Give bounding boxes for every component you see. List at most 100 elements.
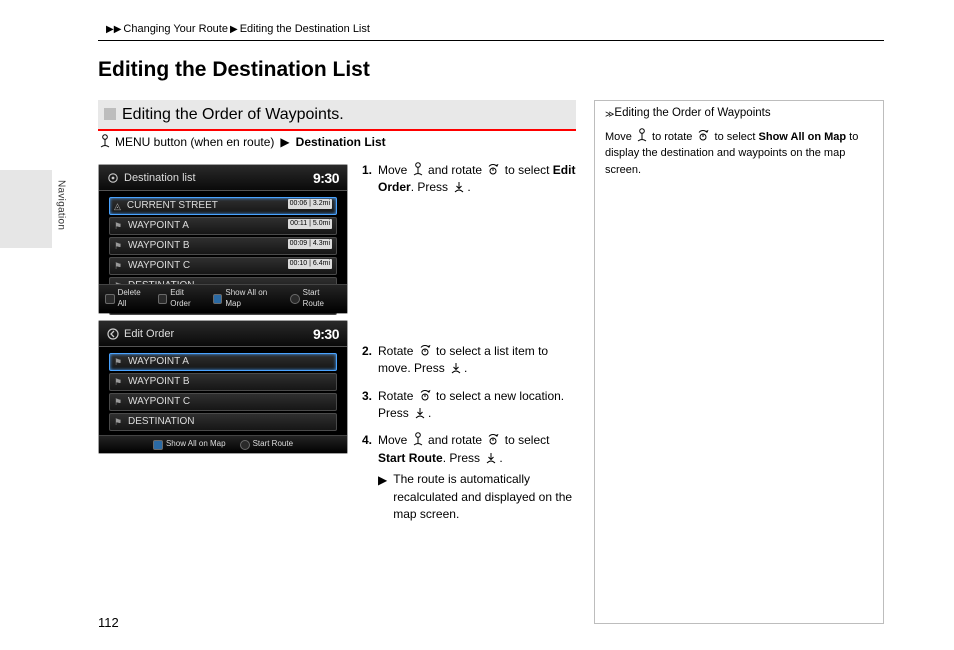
step-number: 1. (362, 162, 372, 197)
screenshot-footer-button: Delete All (105, 288, 150, 310)
list-item-label: WAYPOINT B (128, 375, 190, 389)
flag-icon: ⚑ (114, 418, 122, 426)
list-item-chip: 00:09 | 4.3mi (288, 239, 332, 249)
breadcrumb-level-1: Changing Your Route (123, 23, 228, 35)
joystick-icon (636, 128, 648, 143)
screenshot-header: Destination list 9:30 (99, 165, 347, 191)
screenshot-header: Edit Order 9:30 (99, 321, 347, 347)
screenshot-title: Edit Order (124, 327, 174, 342)
sidebar-body: Move to rotate to select Show All on Map… (605, 128, 873, 179)
flag-icon: ⚑ (114, 222, 122, 230)
screenshot-footer-button: Edit Order (158, 288, 205, 310)
list-item-label: WAYPOINT C (128, 259, 190, 273)
press-icon (484, 451, 498, 465)
step-1: 1. Move and rotate to select Edit Order.… (362, 162, 576, 197)
menu-path-prefix: MENU button (when en route) (115, 134, 274, 150)
step-text: Rotate to select a list item to move. Pr… (378, 343, 576, 378)
step-4: 4. Move and rotate to select Start Route… (362, 432, 576, 523)
footer-button-label: Show All on Map (225, 288, 282, 310)
footer-button-label: Edit Order (170, 288, 205, 310)
list-item-label: WAYPOINT A (128, 219, 189, 233)
edit-order-rows: ⚑ WAYPOINT A ⚑ WAYPOINT B ⚑WAYPOINT C ⚑ DESTIN… (99, 347, 347, 437)
step-number: 2. (362, 343, 372, 378)
list-item: ⚑WAYPOINT B00:09 | 4.3mi (109, 237, 337, 255)
press-icon (413, 406, 427, 420)
screenshot-footer-button: Start Route (290, 288, 341, 310)
dial-icon (486, 433, 500, 447)
dial-icon (418, 389, 432, 403)
screenshot-footer-button: Show All on Map (213, 288, 282, 310)
destination-icon (107, 172, 119, 184)
flag-icon: ⚑ (114, 358, 122, 366)
step-text: Move and rotate to select Edit Order. Pr… (378, 162, 576, 197)
screenshot-destination-list: Destination list 9:30 ◬ CURRENT STREET 00:… (98, 164, 348, 314)
screenshot-footer-button: Start Route (240, 439, 293, 450)
section-title-text: Editing the Order of Waypoints. (122, 106, 344, 123)
dial-icon (696, 129, 710, 143)
result-arrow-icon: ▶ (378, 472, 387, 523)
list-item-label: DESTINATION (128, 415, 194, 429)
list-item-label: CURRENT STREET (127, 199, 218, 213)
list-item: ⚑ WAYPOINT A (109, 353, 337, 371)
step-number: 3. (362, 388, 372, 423)
clock: 9:30 (313, 169, 339, 188)
step-2: 2. Rotate to select a list item to move.… (362, 343, 576, 378)
joystick-icon (412, 162, 424, 177)
instructions: 1. Move and rotate to select Edit Order.… (362, 162, 576, 533)
joystick-icon (99, 134, 110, 150)
footer-button-icon (240, 440, 250, 450)
list-item: ⚑ WAYPOINT A 00:11 | 5.0mi (109, 217, 337, 235)
menu-path-dest: Destination List (296, 134, 386, 150)
footer-button-icon (153, 440, 163, 450)
pin-icon: ◬ (114, 200, 121, 212)
sidebar-header: ≫ Editing the Order of Waypoints (605, 106, 873, 122)
step-number: 4. (362, 432, 372, 523)
footer-button-icon (105, 294, 115, 304)
press-icon (449, 361, 463, 375)
screenshot-edit-order: Edit Order 9:30 ⚑WAYPOINT A⚑WAYPOINT B⚑W… (98, 320, 348, 454)
flag-icon: ⚑ (114, 242, 122, 250)
list-item: ⚑ DESTINATION (109, 413, 337, 431)
flag-icon: ⚑ (114, 378, 122, 386)
footer-button-label: Delete All (118, 288, 150, 310)
back-icon (107, 328, 119, 340)
footer-button-label: Show All on Map (166, 439, 226, 450)
section-heading: Editing the Order of Waypoints. (98, 100, 576, 131)
step-text: Move and rotate to select Start Route. P… (378, 432, 576, 523)
sidebar-chevron-icon: ≫ (605, 108, 611, 120)
side-tab (0, 170, 52, 248)
footer-button-label: Start Route (253, 439, 293, 450)
screenshot-footer-button: Show All on Map (153, 439, 226, 450)
footer-button-label: Start Route (303, 288, 341, 310)
clock: 9:30 (313, 325, 339, 344)
section-bullet-icon (104, 108, 116, 120)
joystick-icon (412, 432, 424, 447)
list-item-chip: 00:11 | 5.0mi (288, 219, 332, 229)
screenshot-title: Destination list (124, 171, 196, 186)
step-3: 3. Rotate to select a new location. Pres… (362, 388, 576, 423)
footer-button-icon (290, 294, 300, 304)
screenshot-footer: Delete All Edit Order Show All on Map Start… (99, 284, 347, 313)
press-icon (452, 180, 466, 194)
flag-icon: ⚑ (114, 262, 122, 270)
dial-icon (486, 163, 500, 177)
sidebar-title: Editing the Order of Waypoints (614, 106, 770, 122)
list-item-chip: 00:10 | 6.4mi (288, 259, 332, 269)
list-item-label: WAYPOINT C (128, 395, 190, 409)
header-rule (98, 40, 884, 41)
list-item: ⚑ WAYPOINT B (109, 373, 337, 391)
step-text: Rotate to select a new location. Press . (378, 388, 576, 423)
list-item: ◬ CURRENT STREET 00:06 | 3.2mi (109, 197, 337, 215)
sidebar-note: ≫ Editing the Order of Waypoints Move to… (594, 100, 884, 624)
list-item-chip: 00:06 | 3.2mi (288, 199, 332, 209)
menu-path: MENU button (when en route) ▶ Destinatio… (98, 134, 386, 150)
list-item-label: WAYPOINT A (128, 355, 189, 369)
list-item: ⚑WAYPOINT C (109, 393, 337, 411)
breadcrumb-arrow-icon: ▶▶ (106, 24, 121, 35)
page-title: Editing the Destination List (98, 56, 370, 84)
dial-icon (418, 344, 432, 358)
footer-button-icon (213, 294, 223, 304)
breadcrumb: ▶▶Changing Your Route▶Editing the Destin… (104, 22, 370, 37)
footer-button-icon (158, 294, 168, 304)
page-number: 112 (98, 614, 119, 632)
